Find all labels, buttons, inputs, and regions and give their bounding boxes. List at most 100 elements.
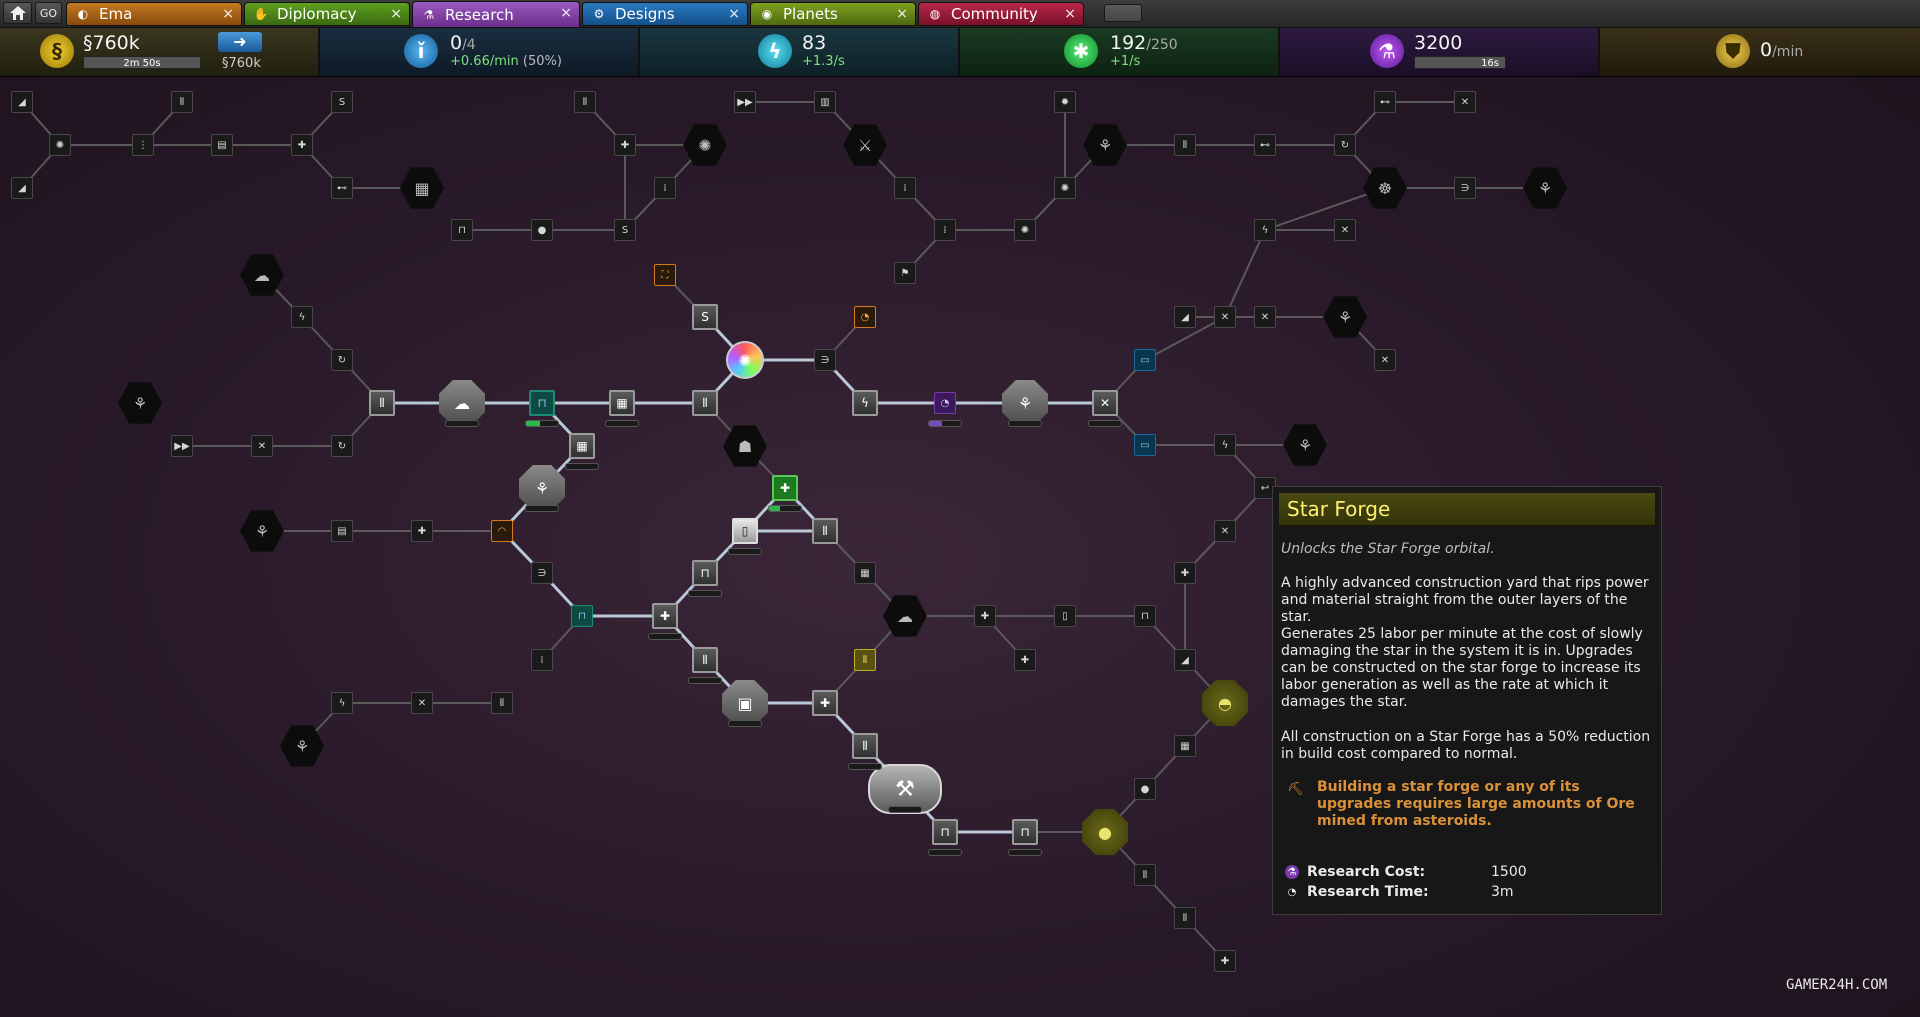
tech-node[interactable]: ⛶ xyxy=(654,264,676,286)
tech-node[interactable]: ✚ xyxy=(614,134,636,156)
tech-node[interactable]: ▶▶ xyxy=(734,91,756,113)
tech-node[interactable]: ⁞ xyxy=(531,649,553,671)
tech-node[interactable]: ⊓ xyxy=(692,560,718,586)
tech-node[interactable]: ▤ xyxy=(211,134,233,156)
tech-node[interactable]: S xyxy=(331,91,353,113)
tech-node[interactable]: ✚ xyxy=(812,690,838,716)
tech-node[interactable]: ⊷ xyxy=(1374,91,1396,113)
tech-node[interactable]: ↻ xyxy=(331,435,353,457)
tech-node[interactable]: ✚ xyxy=(772,475,798,501)
tech-node[interactable]: ✚ xyxy=(1174,562,1196,584)
tech-node[interactable]: ● xyxy=(531,219,553,241)
tech-node[interactable]: ▦ xyxy=(569,433,595,459)
tech-node[interactable]: ▭ xyxy=(1134,434,1156,456)
tech-node[interactable]: ✕ xyxy=(251,435,273,457)
tech-node[interactable]: ▯ xyxy=(1054,605,1076,627)
tech-node[interactable]: ⦀ xyxy=(171,91,193,113)
close-icon[interactable]: × xyxy=(728,6,740,22)
tech-node[interactable]: ⦀ xyxy=(574,91,596,113)
tech-node[interactable]: ✺ xyxy=(1054,177,1076,199)
tech-node[interactable]: ✺ xyxy=(1014,219,1036,241)
close-icon[interactable]: × xyxy=(390,6,402,22)
tech-node[interactable]: ⊷ xyxy=(331,177,353,199)
tech-node[interactable]: ϟ xyxy=(291,306,313,328)
tech-node[interactable]: ⊓ xyxy=(1134,605,1156,627)
tech-node[interactable]: ϟ xyxy=(1254,219,1276,241)
tech-node[interactable]: ▦ xyxy=(854,562,876,584)
tech-node[interactable]: ⊓ xyxy=(571,605,593,627)
tech-node[interactable]: ✕ xyxy=(1214,306,1236,328)
close-icon[interactable]: × xyxy=(1064,6,1076,22)
tech-node[interactable]: ϟ xyxy=(1214,434,1236,456)
research-segment[interactable]: ⚗ 3200 16s xyxy=(1280,28,1600,76)
tech-node[interactable]: ◔ xyxy=(934,392,956,414)
ftl-segment[interactable]: ✱ 192/250 +1/s xyxy=(960,28,1280,76)
tech-node[interactable]: ⦀ xyxy=(852,733,878,759)
tech-node[interactable]: ⊓ xyxy=(529,390,555,416)
tech-node[interactable]: ϟ xyxy=(331,692,353,714)
tech-node[interactable]: ϟ xyxy=(852,390,878,416)
tech-node[interactable]: ⊓ xyxy=(451,219,473,241)
tech-node[interactable]: ⁞ xyxy=(934,219,956,241)
tech-node[interactable]: ◔ xyxy=(854,306,876,328)
tech-node[interactable]: ⚑ xyxy=(894,262,916,284)
tech-node[interactable]: S xyxy=(614,219,636,241)
tech-node[interactable]: ▤ xyxy=(331,520,353,542)
tech-node[interactable]: ◢ xyxy=(11,177,33,199)
tech-node[interactable]: ⁞ xyxy=(654,177,676,199)
money-segment[interactable]: § §760k 2m 50s ➜ §760k xyxy=(0,28,320,76)
tab-research[interactable]: ⚗ Research × xyxy=(412,1,580,27)
tech-node[interactable]: ▦ xyxy=(1174,735,1196,757)
tech-node[interactable]: ⊓ xyxy=(932,819,958,845)
tech-node[interactable]: ∋ xyxy=(814,349,836,371)
tab-planets[interactable]: ◉ Planets × xyxy=(750,2,916,26)
tech-node[interactable]: ◢ xyxy=(1174,649,1196,671)
tech-node[interactable]: ⦀ xyxy=(812,518,838,544)
home-button[interactable] xyxy=(3,2,32,24)
new-tab-button[interactable] xyxy=(1104,4,1142,22)
tech-node[interactable]: ↻ xyxy=(1334,134,1356,156)
tech-node[interactable]: ▦ xyxy=(609,390,635,416)
energy-segment[interactable]: ϟ 83 +1.3/s xyxy=(640,28,960,76)
close-icon[interactable]: × xyxy=(896,6,908,22)
tab-designs[interactable]: ⚙ Designs × xyxy=(582,2,748,26)
tech-node[interactable]: ⦀ xyxy=(1134,864,1156,886)
tech-node[interactable]: ✚ xyxy=(1214,950,1236,972)
defense-segment[interactable]: ⛊ 0/min xyxy=(1600,28,1920,76)
tech-node[interactable]: ✕ xyxy=(1454,91,1476,113)
tab-community[interactable]: ◍ Community × xyxy=(918,2,1084,26)
tech-node[interactable]: ⦀ xyxy=(692,647,718,673)
tab-ema[interactable]: ◐ Ema × xyxy=(66,2,242,26)
budget-arrow-icon[interactable]: ➜ xyxy=(218,32,262,52)
tab-diplomacy[interactable]: ✋ Diplomacy × xyxy=(244,2,410,26)
tech-node[interactable]: ⦀ xyxy=(1174,907,1196,929)
tech-node[interactable]: ⊓ xyxy=(1012,819,1038,845)
tech-node[interactable]: ⁞ xyxy=(894,177,916,199)
tech-node[interactable]: ∋ xyxy=(531,562,553,584)
tech-node[interactable]: ◢ xyxy=(1174,306,1196,328)
tech-node[interactable]: ⋮ xyxy=(132,134,154,156)
tech-node[interactable]: ⊷ xyxy=(1254,134,1276,156)
tech-node[interactable]: ✕ xyxy=(1254,306,1276,328)
tech-node[interactable]: ↻ xyxy=(331,349,353,371)
close-icon[interactable]: × xyxy=(560,5,572,21)
tech-node[interactable]: ✕ xyxy=(411,692,433,714)
tech-node[interactable]: ✺ xyxy=(49,134,71,156)
tech-node[interactable]: ✚ xyxy=(652,603,678,629)
tech-node[interactable]: ✕ xyxy=(1092,390,1118,416)
tech-node[interactable]: ⦀ xyxy=(491,692,513,714)
tech-node[interactable]: ● xyxy=(1134,778,1156,800)
tech-node[interactable]: ⦀ xyxy=(692,390,718,416)
tech-node[interactable]: ✚ xyxy=(1014,649,1036,671)
tech-node[interactable]: ✕ xyxy=(1214,520,1236,542)
tech-node[interactable]: ✹ xyxy=(1054,91,1076,113)
tech-node[interactable]: ⦀ xyxy=(1174,134,1196,156)
tech-node[interactable]: ▶▶ xyxy=(171,435,193,457)
tech-node[interactable]: ◓ xyxy=(1202,680,1248,726)
tech-node[interactable]: ✺ xyxy=(726,341,764,379)
tech-node[interactable]: ✕ xyxy=(1374,349,1396,371)
close-icon[interactable]: × xyxy=(222,6,234,22)
tech-node[interactable]: ▥ xyxy=(814,91,836,113)
tech-node[interactable]: ● xyxy=(1082,809,1128,855)
go-button[interactable]: GO xyxy=(35,2,62,24)
